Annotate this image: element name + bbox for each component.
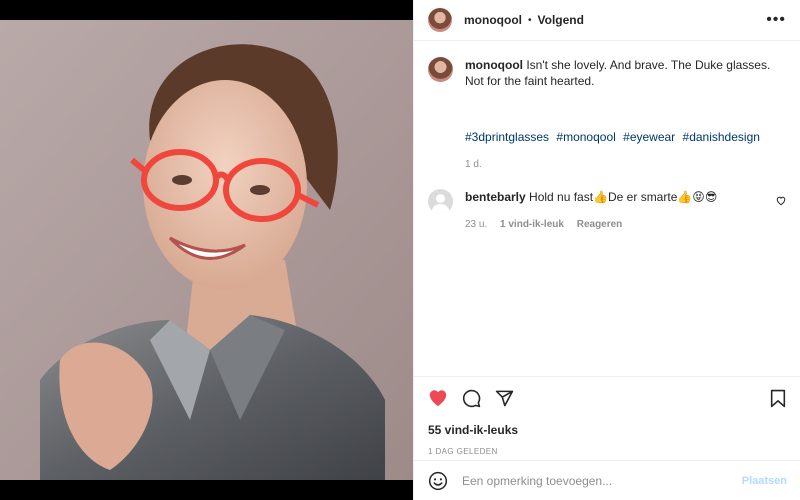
commenter-avatar[interactable] — [428, 189, 453, 214]
emoji-smile-icon[interactable] — [428, 471, 448, 491]
bookmark-icon[interactable] — [770, 389, 786, 408]
hashtag-link[interactable]: #danishdesign — [683, 130, 760, 144]
caption-username[interactable]: monoqool — [465, 58, 523, 72]
comment-age[interactable]: 23 u. — [465, 219, 487, 230]
post-photo[interactable] — [0, 20, 413, 480]
hashtag-link[interactable]: #monoqool — [556, 130, 615, 144]
caption-text-line: monoqool Isn't she lovely. And brave. Th… — [465, 57, 786, 89]
header-separator: • — [527, 14, 532, 26]
woman-with-red-glasses-image — [0, 20, 413, 480]
author-avatar[interactable] — [428, 8, 452, 32]
comment-body: bentebarly Hold nu fast👍De er smarte👍😝😎 … — [465, 189, 768, 233]
instagram-post: monoqool • Volgend ••• monoqool Isn't sh… — [0, 0, 800, 500]
comment-text-line: bentebarly Hold nu fast👍De er smarte👍😝😎 — [465, 189, 768, 205]
action-icons — [428, 387, 786, 409]
caption-avatar[interactable] — [428, 57, 453, 82]
post-media — [0, 0, 413, 500]
caption-body: monoqool Isn't she lovely. And brave. Th… — [465, 57, 786, 173]
comments-section: monoqool Isn't she lovely. And brave. Th… — [414, 41, 800, 376]
hashtag-link[interactable]: #3dprintglasses — [465, 130, 549, 144]
comment-item: bentebarly Hold nu fast👍De er smarte👍😝😎 … — [428, 189, 786, 233]
caption-age[interactable]: 1 d. — [465, 159, 482, 170]
comment-icon[interactable] — [462, 389, 481, 408]
post-date[interactable]: 1 DAG GELEDEN — [428, 447, 786, 456]
post-header: monoqool • Volgend ••• — [414, 0, 800, 41]
add-comment-bar: Plaatsen — [414, 460, 800, 500]
more-options-icon[interactable]: ••• — [766, 11, 786, 29]
comment-meta: 23 u. 1 vind-ik-leuk Reageren — [465, 217, 768, 233]
caption: monoqool Isn't she lovely. And brave. Th… — [428, 57, 786, 173]
comment-text: Hold nu fast👍De er smarte👍😝😎 — [529, 190, 718, 204]
comment-likes-count[interactable]: 1 vind-ik-leuk — [500, 219, 564, 230]
comment-like-heart-icon[interactable] — [776, 195, 786, 209]
likes-count[interactable]: 55 vind-ik-leuks — [428, 423, 786, 437]
hashtags: #3dprintglasses #monoqool #eyewear #dani… — [465, 129, 786, 145]
heart-filled-icon[interactable] — [428, 389, 448, 407]
post-side-panel: monoqool • Volgend ••• monoqool Isn't sh… — [413, 0, 800, 500]
author-username[interactable]: monoqool — [464, 13, 522, 27]
hashtag-link[interactable]: #eyewear — [623, 130, 675, 144]
post-comment-button[interactable]: Plaatsen — [742, 475, 787, 487]
add-comment-input[interactable] — [462, 473, 742, 488]
send-icon[interactable] — [495, 389, 514, 408]
caption-meta: 1 d. — [465, 157, 786, 173]
commenter-username[interactable]: bentebarly — [465, 190, 526, 204]
reply-button[interactable]: Reageren — [577, 219, 623, 230]
following-button[interactable]: Volgend — [538, 13, 584, 27]
